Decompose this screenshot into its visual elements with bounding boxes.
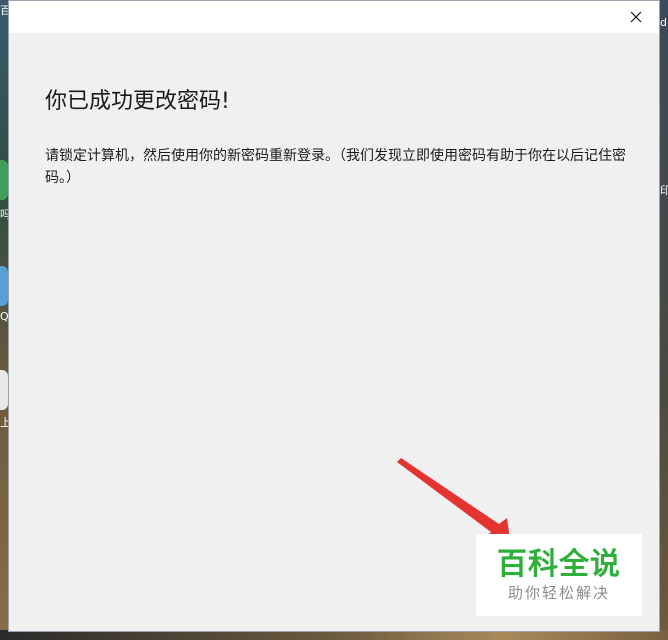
desktop-shortcut-icon[interactable] [0,266,8,306]
close-button[interactable] [613,1,659,33]
desktop-icon-label: 上 [0,416,8,429]
watermark-logo: 百科全说 助你轻松解决 [476,534,642,616]
desktop-icon-label: 印 [660,184,668,197]
dialog-content: 你已成功更改密码! 请锁定计算机，然后使用你的新密码重新登录。（我们发现立即使用… [45,87,626,189]
desktop-icon-label: d [660,16,667,29]
desktop-shortcut-icon[interactable] [0,370,8,410]
desktop-icon-label: 吗 [0,208,8,221]
watermark-subtitle: 助你轻松解决 [507,584,610,602]
watermark-title: 百科全说 [497,547,621,582]
close-icon [630,11,642,23]
title-bar [9,1,659,33]
desktop-icon-label: 百 [0,4,8,17]
desktop-icon-label: Q [0,310,8,323]
page-title: 你已成功更改密码! [45,89,230,114]
instruction-text: 请锁定计算机，然后使用你的新密码重新登录。（我们发现立即使用密码有助于你在以后记… [45,148,626,186]
desktop-background-right [660,0,668,640]
desktop-shortcut-icon[interactable] [0,160,8,200]
